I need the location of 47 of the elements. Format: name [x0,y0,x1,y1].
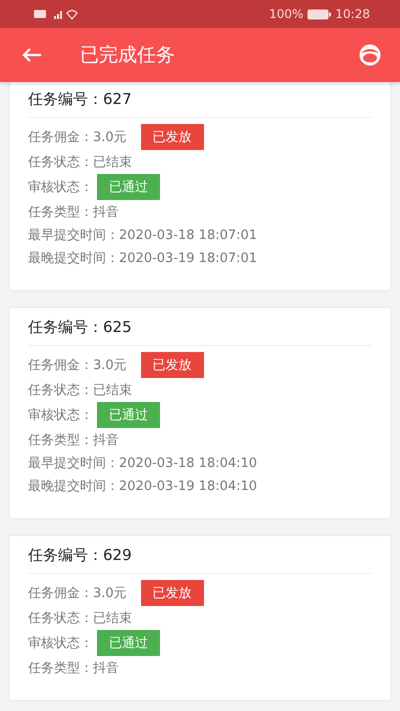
field-value: 抖音 [93,660,119,677]
battery-percent: 100% [269,7,304,21]
field-label: 任务佣金： [28,357,93,374]
field-label: 任务佣金： [28,129,93,146]
field-label: 最早提交时间： [28,227,119,244]
status-tag: 已发放 [140,124,204,150]
field-value: 2020-03-19 18:04:10 [119,478,258,494]
task-card[interactable]: 任务编号：629 任务佣金：3.0元 已发放 任务状态：已结束 审核状态： 已通过 任务类型：抖音 [10,536,390,700]
field-value: 抖音 [93,432,119,449]
field-label: 最晚提交时间： [28,478,119,495]
field-label: 审核状态： [28,635,93,652]
field-value: 3.0元 [93,129,127,146]
field-label: 任务类型： [28,204,93,221]
status-tag: 已发放 [140,352,204,378]
status-tag: 已通过 [97,402,160,428]
field-value: 已结束 [93,382,132,399]
field-value: 抖音 [93,204,119,221]
field-label: 审核状态： [28,179,93,196]
task-card[interactable]: 任务编号：625 任务佣金：3.0元 已发放 任务状态：已结束 审核状态： 已通过 任务类型：抖音 最早提交时间：2020-03-18 18:04:10 最晚提交时间：2020-03-19 18:04:10 [10,308,390,518]
field-label: 最晚提交时间： [28,250,119,267]
status-tag: 已通过 [97,630,160,656]
field-label: 任务类型： [28,660,93,677]
battery-icon [307,8,332,20]
field-value: 2020-03-18 18:07:01 [119,228,258,242]
field-value: 已结束 [93,154,132,171]
field-label: 最早提交时间： [28,455,119,472]
field-value: 2020-03-19 18:07:01 [119,250,258,266]
field-label: 审核状态： [28,407,93,424]
task-number: 任务编号：625 [28,314,372,346]
task-number: 任务编号：627 [28,86,372,118]
task-number: 任务编号：629 [28,542,372,574]
back-arrow-icon[interactable] [22,47,42,63]
face-icon[interactable] [358,44,382,66]
field-value: 已结束 [93,610,132,627]
field-label: 任务状态： [28,154,93,171]
field-value: 3.0元 [93,357,127,374]
status-tag: 已通过 [97,174,160,200]
page-title: 已完成任务 [80,43,175,68]
status-tag: 已发放 [140,580,204,606]
field-value: 3.0元 [93,585,127,602]
field-value: 2020-03-18 18:04:10 [119,456,258,470]
field-label: 任务状态： [28,382,93,399]
field-label: 任务类型： [28,432,93,449]
clock-time: 10:28 [335,7,370,21]
field-label: 任务佣金： [28,585,93,602]
field-label: 任务状态： [28,610,93,627]
task-card[interactable]: 任务编号：627 任务佣金：3.0元 已发放 任务状态：已结束 审核状态： 已通过 任务类型：抖音 最早提交时间：2020-03-18 18:07:01 最晚提交时间：2020-03-19 18:07:01 [10,82,390,290]
